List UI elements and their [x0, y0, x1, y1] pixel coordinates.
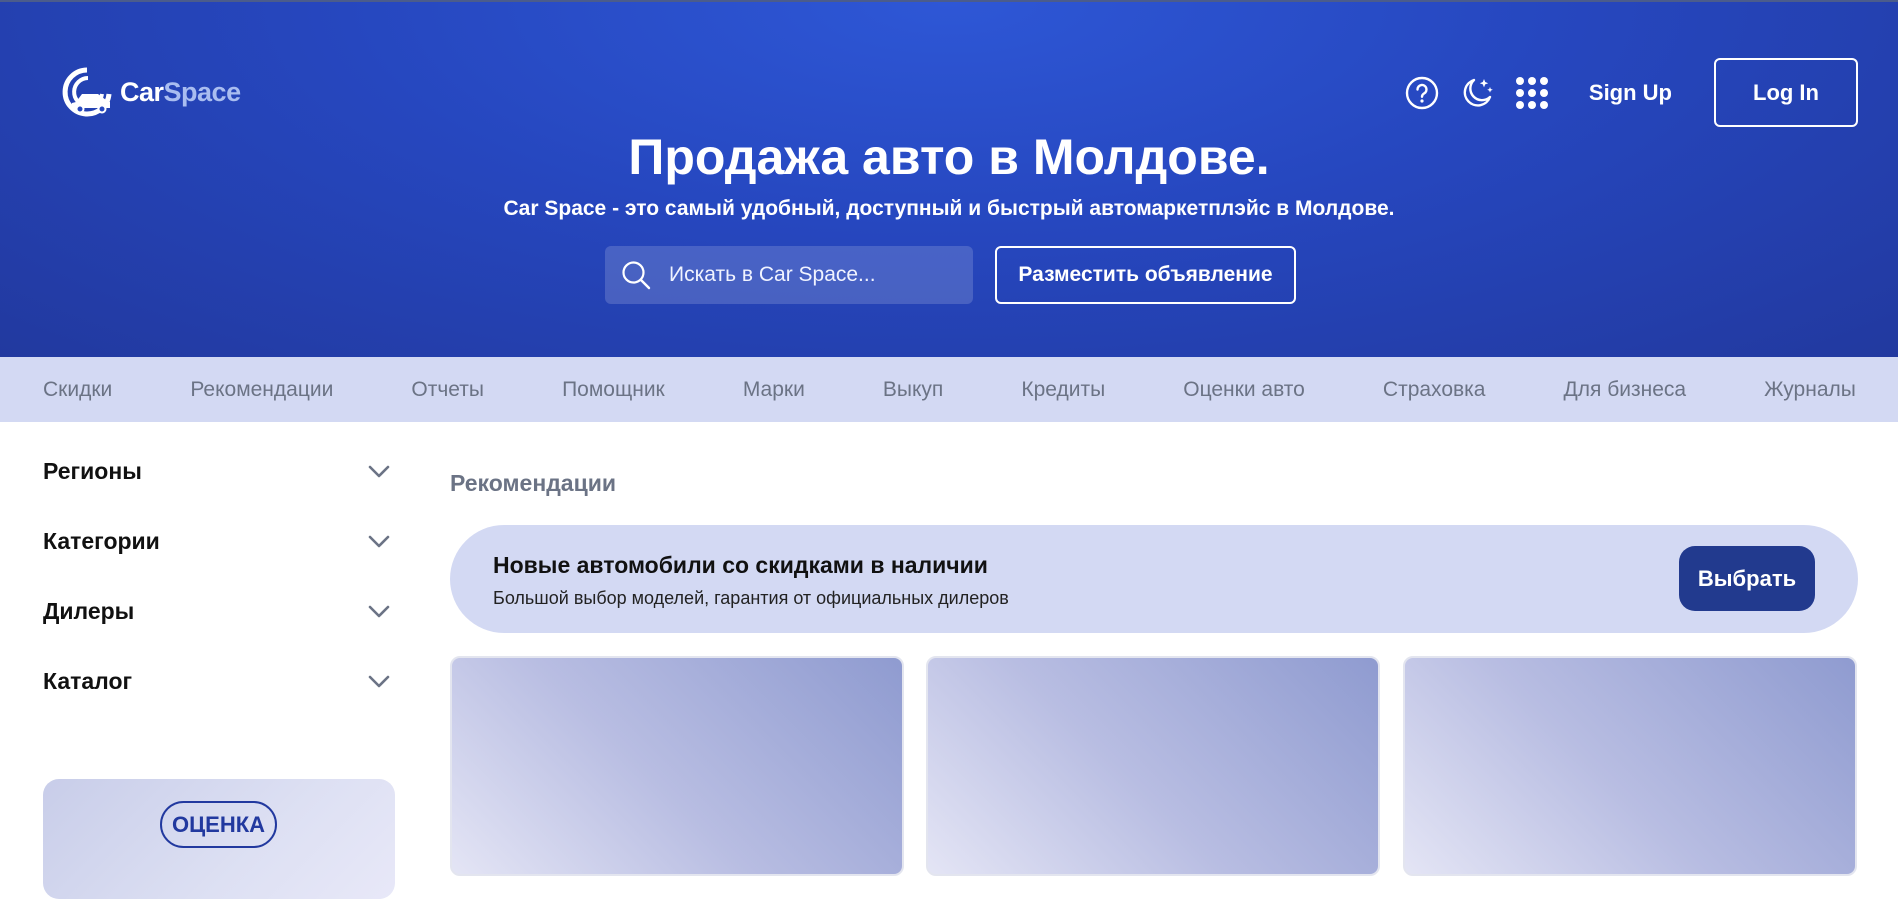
sidebar-item-label: Регионы — [43, 458, 142, 484]
recommendation-card[interactable] — [450, 656, 904, 876]
nav-item-business[interactable]: Для бизнеса — [1564, 378, 1687, 402]
nav-item-insurance[interactable]: Страховка — [1383, 378, 1486, 402]
page-title: Продажа авто в Молдове. — [628, 129, 1270, 185]
search-input[interactable] — [669, 263, 949, 287]
discount-banner: Новые автомобили со скидками в наличии Б… — [450, 525, 1858, 633]
header-actions: Sign Up Log In — [1402, 58, 1858, 127]
logo[interactable]: CarSpace — [58, 64, 241, 120]
sidebar-item-categories[interactable]: Категории — [43, 528, 396, 598]
sidebar-item-label: Дилеры — [43, 598, 135, 624]
nav-item-recommendations[interactable]: Рекомендации — [190, 378, 333, 402]
apps-grid-icon[interactable] — [1512, 73, 1552, 113]
logo-text: CarSpace — [120, 76, 241, 107]
chevron-down-icon — [368, 535, 390, 548]
banner-subtitle: Большой выбор моделей, гарантия от офици… — [493, 588, 1009, 608]
login-button[interactable]: Log In — [1714, 58, 1858, 127]
category-nav: Скидки Рекомендации Отчеты Помощник Марк… — [0, 357, 1898, 422]
sidebar-item-label: Каталог — [43, 668, 133, 694]
nav-item-assistant[interactable]: Помощник — [562, 378, 665, 402]
sidebar-item-label: Категории — [43, 528, 160, 554]
moon-stars-icon[interactable] — [1457, 73, 1497, 113]
search-box[interactable] — [605, 246, 973, 304]
nav-item-car-valuation[interactable]: Оценки авто — [1183, 378, 1305, 402]
nav-item-magazines[interactable]: Журналы — [1764, 378, 1856, 402]
nav-item-reports[interactable]: Отчеты — [411, 378, 484, 402]
nav-item-discounts[interactable]: Скидки — [43, 378, 112, 402]
recommendation-card[interactable] — [926, 656, 1380, 876]
search-icon — [619, 258, 653, 292]
nav-item-brands[interactable]: Марки — [743, 378, 805, 402]
chevron-down-icon — [368, 605, 390, 618]
nav-item-buyout[interactable]: Выкуп — [883, 378, 943, 402]
valuation-promo-card[interactable]: ОЦЕНКА — [43, 779, 395, 899]
choose-button[interactable]: Выбрать — [1679, 546, 1815, 611]
sidebar: Регионы Категории Дилеры Каталог — [43, 458, 396, 738]
post-ad-button[interactable]: Разместить объявление — [995, 246, 1296, 304]
page-subtitle: Car Space - это самый удобный, доступный… — [503, 197, 1395, 220]
chevron-down-icon — [368, 465, 390, 478]
help-icon[interactable] — [1402, 73, 1442, 113]
sidebar-item-dealers[interactable]: Дилеры — [43, 598, 396, 668]
hero-header: CarSpace Sign Up Log In Продажа авто в М… — [0, 0, 1898, 357]
banner-title: Новые автомобили со скидками в наличии — [493, 552, 988, 578]
sidebar-item-catalog[interactable]: Каталог — [43, 668, 396, 738]
chevron-down-icon — [368, 675, 390, 688]
signup-link[interactable]: Sign Up — [1589, 80, 1672, 106]
valuation-badge: ОЦЕНКА — [160, 801, 277, 848]
nav-item-credits[interactable]: Кредиты — [1021, 378, 1105, 402]
carspace-logo-icon — [62, 67, 112, 117]
section-title: Рекомендации — [450, 470, 617, 496]
sidebar-item-regions[interactable]: Регионы — [43, 458, 396, 528]
recommendation-card[interactable] — [1403, 656, 1857, 876]
